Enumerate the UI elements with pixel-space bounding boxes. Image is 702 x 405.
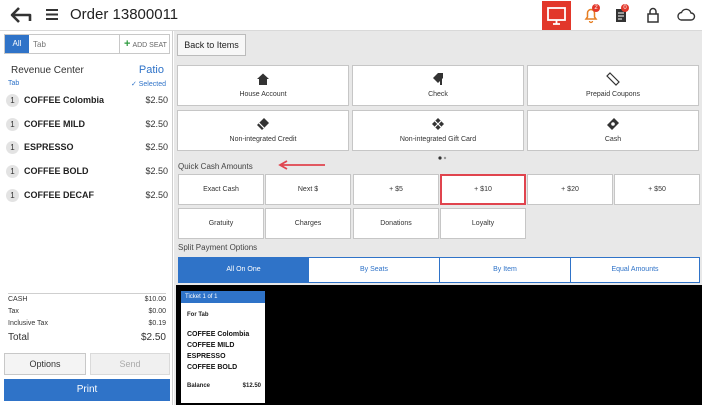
- tab-by-item[interactable]: By Item: [440, 258, 571, 282]
- check-tag-icon: [433, 73, 443, 85]
- order-item[interactable]: 1 COFFEE MILD $2.50: [6, 117, 168, 133]
- total-row: Total $2.50: [8, 332, 166, 343]
- coupon-icon: [606, 72, 620, 86]
- plus-5-button[interactable]: + $5: [353, 174, 439, 205]
- monitor-icon: [547, 7, 566, 25]
- tab-by-seats[interactable]: By Seats: [309, 258, 440, 282]
- plus-20-button[interactable]: + $20: [527, 174, 613, 205]
- split-payment-tabs: All On One By Seats By Item Equal Amount…: [178, 257, 700, 283]
- ticket-title: Ticket 1 of 1: [181, 291, 265, 303]
- item-name: COFFEE BOLD: [24, 166, 89, 176]
- gift-card-icon: [432, 118, 444, 130]
- tax-row: Tax $0.00: [8, 308, 166, 315]
- tab-all-on-one[interactable]: All On One: [179, 258, 309, 282]
- item-price: $2.50: [145, 190, 168, 200]
- cash-row: CASH $10.00: [8, 296, 166, 303]
- add-seat-button[interactable]: + ADD SEAT: [119, 35, 171, 53]
- item-price: $2.50: [145, 95, 168, 105]
- gratuity-button[interactable]: Gratuity: [178, 208, 264, 239]
- add-seat-label: ADD SEAT: [132, 42, 167, 49]
- item-price: $2.50: [145, 142, 168, 152]
- ticket-card[interactable]: Ticket 1 of 1 For Tab COFFEE Colombia CO…: [181, 291, 265, 403]
- item-qty: 1: [6, 118, 19, 131]
- selected-indicator: ✓ Selected: [130, 81, 166, 88]
- page-dots: [438, 156, 447, 160]
- loyalty-button[interactable]: Loyalty: [440, 208, 526, 239]
- top-bar: Order 13800011 2 0: [0, 0, 702, 31]
- order-item[interactable]: 1 ESPRESSO $2.50: [6, 140, 168, 156]
- item-qty: 1: [6, 165, 19, 178]
- credit-card-icon: [257, 118, 269, 130]
- torn-edge: [181, 395, 265, 403]
- home-icon: [257, 73, 269, 85]
- cloud-icon[interactable]: [675, 5, 697, 25]
- split-payment-label: Split Payment Options: [178, 243, 258, 252]
- ticket-balance-label: Balance: [187, 383, 211, 389]
- order-item[interactable]: 1 COFFEE Colombia $2.50: [6, 93, 168, 109]
- item-qty: 1: [6, 189, 19, 202]
- quick-cash-label: Quick Cash Amounts: [178, 162, 253, 171]
- order-title: Order 13800011: [70, 6, 179, 23]
- ticket-balance-value: $12.50: [242, 383, 261, 389]
- options-button[interactable]: Options: [4, 353, 86, 375]
- print-button[interactable]: Print: [4, 379, 170, 401]
- donations-button[interactable]: Donations: [353, 208, 439, 239]
- item-name: COFFEE DECAF: [24, 190, 95, 200]
- annotation-arrow-icon: [278, 160, 325, 170]
- menu-icon[interactable]: [46, 9, 58, 20]
- charges-button[interactable]: Charges: [265, 208, 351, 239]
- ticket-item: ESPRESSO: [187, 353, 226, 360]
- item-qty: 1: [6, 94, 19, 107]
- tab-equal-amounts[interactable]: Equal Amounts: [571, 258, 699, 282]
- tab-bar: All +ADD SEAT: [4, 34, 170, 54]
- ticket-item: COFFEE BOLD: [187, 364, 238, 371]
- plus-50-button[interactable]: + $50: [614, 174, 700, 205]
- cash-tile[interactable]: Cash: [527, 110, 699, 151]
- order-item[interactable]: 1 COFFEE DECAF $2.50: [6, 188, 168, 204]
- item-name: ESPRESSO: [24, 142, 74, 152]
- house-account-tile[interactable]: House Account: [177, 65, 349, 106]
- exact-cash-button[interactable]: Exact Cash: [178, 174, 264, 205]
- revenue-center-label: Revenue Center: [11, 65, 84, 76]
- order-item[interactable]: 1 COFFEE BOLD $2.50: [6, 164, 168, 180]
- item-name: COFFEE MILD: [24, 119, 85, 129]
- item-qty: 1: [6, 141, 19, 154]
- lock-icon[interactable]: [643, 5, 663, 25]
- customer-display-button[interactable]: [542, 1, 571, 30]
- send-button[interactable]: Send: [90, 353, 170, 375]
- plus-10-button[interactable]: + $10: [440, 174, 526, 205]
- revenue-center-value[interactable]: Patio: [139, 64, 164, 76]
- check-tile[interactable]: Check: [352, 65, 524, 106]
- item-price: $2.50: [145, 119, 168, 129]
- tab-label: Tab: [8, 80, 20, 87]
- non-integrated-credit-tile[interactable]: Non-integrated Credit: [177, 110, 349, 151]
- item-name: COFFEE Colombia: [24, 95, 105, 105]
- non-integrated-gift-card-tile[interactable]: Non-integrated Gift Card: [352, 110, 524, 151]
- bell-badge: 2: [592, 4, 600, 12]
- back-arrow-icon[interactable]: [10, 6, 32, 24]
- back-to-items-button[interactable]: Back to Items: [177, 34, 246, 56]
- ticket-item: COFFEE Colombia: [187, 331, 250, 338]
- item-price: $2.50: [145, 166, 168, 176]
- payment-area: Back to Items House Account Check Prepai…: [174, 31, 702, 405]
- ticket-for: For Tab: [187, 312, 209, 318]
- tab-all[interactable]: All: [5, 35, 29, 53]
- prepaid-coupons-tile[interactable]: Prepaid Coupons: [527, 65, 699, 106]
- inclusive-tax-row: Inclusive Tax $0.19: [8, 320, 166, 327]
- next-dollar-button[interactable]: Next $: [265, 174, 351, 205]
- order-panel: All +ADD SEAT Revenue Center Patio Tab ✓…: [0, 31, 173, 405]
- tab-input[interactable]: [33, 35, 117, 53]
- document-badge: 0: [621, 4, 629, 12]
- cash-icon: [607, 118, 619, 130]
- ticket-item: COFFEE MILD: [187, 342, 235, 349]
- ticket-area: Ticket 1 of 1 For Tab COFFEE Colombia CO…: [176, 285, 702, 405]
- totals-section: CASH $10.00 Tax $0.00 Inclusive Tax $0.19 T…: [8, 293, 166, 348]
- plus-icon: +: [124, 38, 131, 50]
- checkmark-icon: ✓: [130, 81, 139, 88]
